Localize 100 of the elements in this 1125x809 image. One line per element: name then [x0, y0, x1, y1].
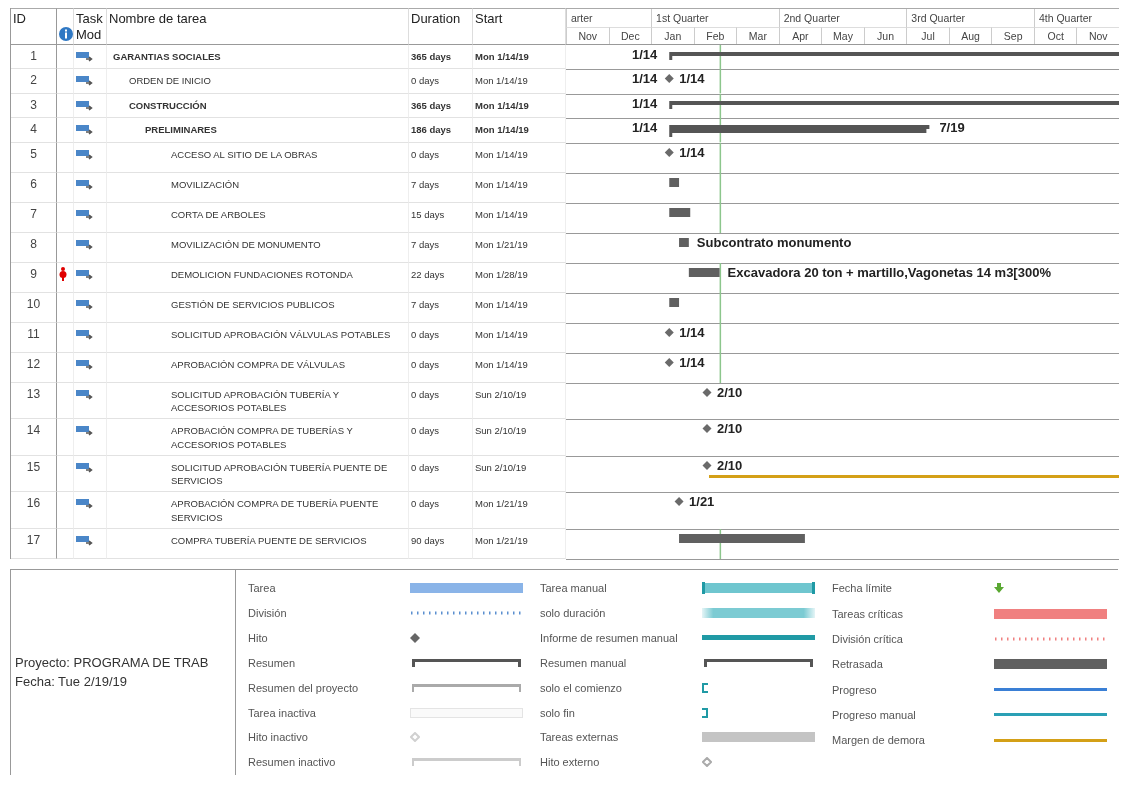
column-header: Task Mod — [74, 8, 107, 45]
bar-label: 2/10 — [717, 384, 743, 400]
task-mode-icon — [76, 99, 93, 112]
legend-label: Margen de demora — [832, 734, 926, 747]
row-id: 11 — [11, 322, 57, 353]
duration-cell: 0 days — [411, 328, 439, 340]
bar-label: 1/14 — [679, 71, 705, 87]
legend-label: Hito inactivo — [248, 731, 309, 744]
task-name: GESTIÓN DE SERVICIOS PUBLICOS — [171, 298, 335, 310]
month-header: Dec — [608, 27, 652, 44]
row-id: 10 — [11, 292, 57, 323]
legend-label: solo fin — [540, 706, 576, 719]
duration-cell: 7 days — [411, 178, 439, 190]
row-id: 4 — [11, 118, 57, 143]
task-mode-icon — [76, 461, 93, 474]
duration-cell: 0 days — [411, 498, 439, 510]
task-mode-icon — [76, 208, 93, 221]
task-mode-icon — [76, 238, 93, 251]
row-id: 13 — [11, 382, 57, 420]
task-mode-icon — [76, 124, 93, 137]
task-bar — [679, 237, 689, 247]
row-id: 1 — [11, 45, 57, 70]
legend-label: Resumen del proyecto — [248, 681, 360, 694]
milestone-diamond — [664, 327, 674, 337]
legend-label: Informe de resumen manual — [540, 631, 679, 644]
task-mode-icon — [76, 268, 93, 281]
task-name: PRELIMINARES — [145, 124, 217, 136]
column-header: Nombre de tarea — [107, 8, 409, 45]
row-id: 9 — [11, 262, 57, 293]
start-cell: Mon 1/14/19 — [475, 328, 528, 340]
row-id: 12 — [11, 352, 57, 383]
month-header: Sep — [991, 27, 1034, 44]
month-header: Feb — [693, 27, 737, 44]
task-name: CONSTRUCCIÓN — [129, 99, 207, 111]
task-mode-icon — [76, 148, 93, 161]
date-label: 1/14 — [631, 71, 658, 87]
bar-label: 1/14 — [679, 324, 705, 340]
row-id: 16 — [11, 492, 57, 529]
task-mode-icon — [76, 498, 93, 511]
task-bar — [669, 177, 680, 187]
legend-label: División — [248, 607, 288, 619]
task-name: APROBACIÓN COMPRA DE TUBERÍA PUENTE SERVICIOS — [171, 498, 379, 523]
duration-cell: 15 days — [411, 208, 445, 220]
legend-label: Resumen inactivo — [248, 756, 337, 769]
task-mode-icon — [76, 388, 93, 401]
task-mode-icon — [76, 51, 93, 63]
duration-cell: 0 days — [411, 425, 439, 437]
bar-label: 1/14 — [679, 144, 705, 160]
duration-cell: 7 days — [411, 238, 439, 250]
row-id: 6 — [11, 172, 57, 203]
start-cell: Mon 1/14/19 — [475, 358, 528, 370]
month-header: Aug — [948, 27, 992, 44]
task-name: SOLICITUD APROBACIÓN TUBERÍA Y ACCESORIOS POTABLES — [171, 388, 339, 414]
start-cell: Mon 1/14/19 — [475, 148, 528, 160]
legend-label: Progreso manual — [832, 708, 917, 721]
row-id: 3 — [11, 93, 57, 119]
info-icon — [59, 27, 73, 41]
date-label: 1/14 — [631, 95, 658, 111]
project-name: Proyecto: PROGRAMA DE TRAB — [15, 655, 210, 671]
month-header: Jan — [651, 27, 694, 44]
task-mode-icon — [76, 358, 93, 371]
legend-label: Resumen manual — [540, 656, 628, 669]
legend-label: Tareas externas — [540, 731, 620, 744]
task-mode-icon — [76, 75, 93, 88]
start-cell: Mon 1/21/19 — [475, 498, 528, 510]
bar-label: 7/19 — [939, 120, 965, 136]
quarter-header: 1st Quarter — [651, 9, 779, 27]
duration-cell: 0 days — [411, 358, 439, 370]
task-name: SOLICITUD APROBACIÓN TUBERÍA PUENTE DE SERVICIOS — [171, 461, 388, 487]
month-header: Jun — [863, 27, 907, 44]
start-cell: Mon 1/14/19 — [475, 51, 529, 62]
milestone-diamond — [664, 147, 674, 157]
row-id: 15 — [11, 455, 57, 493]
task-mode-icon — [76, 178, 93, 191]
bar-label: 1/14 — [679, 354, 705, 370]
duration-cell: 365 days — [411, 51, 452, 62]
month-header: Apr — [778, 27, 822, 44]
row-id: 14 — [11, 419, 57, 456]
start-cell: Sun 2/10/19 — [475, 425, 527, 437]
start-cell: Mon 1/14/19 — [475, 178, 528, 190]
row-id: 5 — [11, 142, 57, 173]
bar-label: 2/10 — [717, 421, 743, 437]
task-name: APROBACIÓN COMPRA DE VÁLVULAS — [171, 358, 346, 370]
legend-label: Hito — [248, 631, 269, 644]
month-header: Nov — [1076, 27, 1119, 44]
start-cell: Mon 1/21/19 — [475, 534, 528, 546]
row-id: 2 — [11, 69, 57, 94]
duration-cell: 0 days — [411, 75, 439, 87]
date-label: 1/14 — [631, 47, 658, 62]
month-header: May — [821, 27, 864, 44]
start-cell: Mon 1/14/19 — [475, 298, 528, 310]
duration-cell: 365 days — [411, 99, 452, 111]
task-name: COMPRA TUBERÍA PUENTE DE SERVICIOS — [171, 534, 367, 546]
row-id: 8 — [11, 232, 57, 263]
bar-label: 2/10 — [717, 457, 743, 473]
task-mode-icon — [76, 534, 93, 547]
milestone-diamond — [702, 387, 712, 397]
legend-label: solo duración — [540, 607, 607, 619]
task-name: GARANTIAS SOCIALES — [113, 51, 221, 62]
duration-cell: 90 days — [411, 534, 445, 546]
